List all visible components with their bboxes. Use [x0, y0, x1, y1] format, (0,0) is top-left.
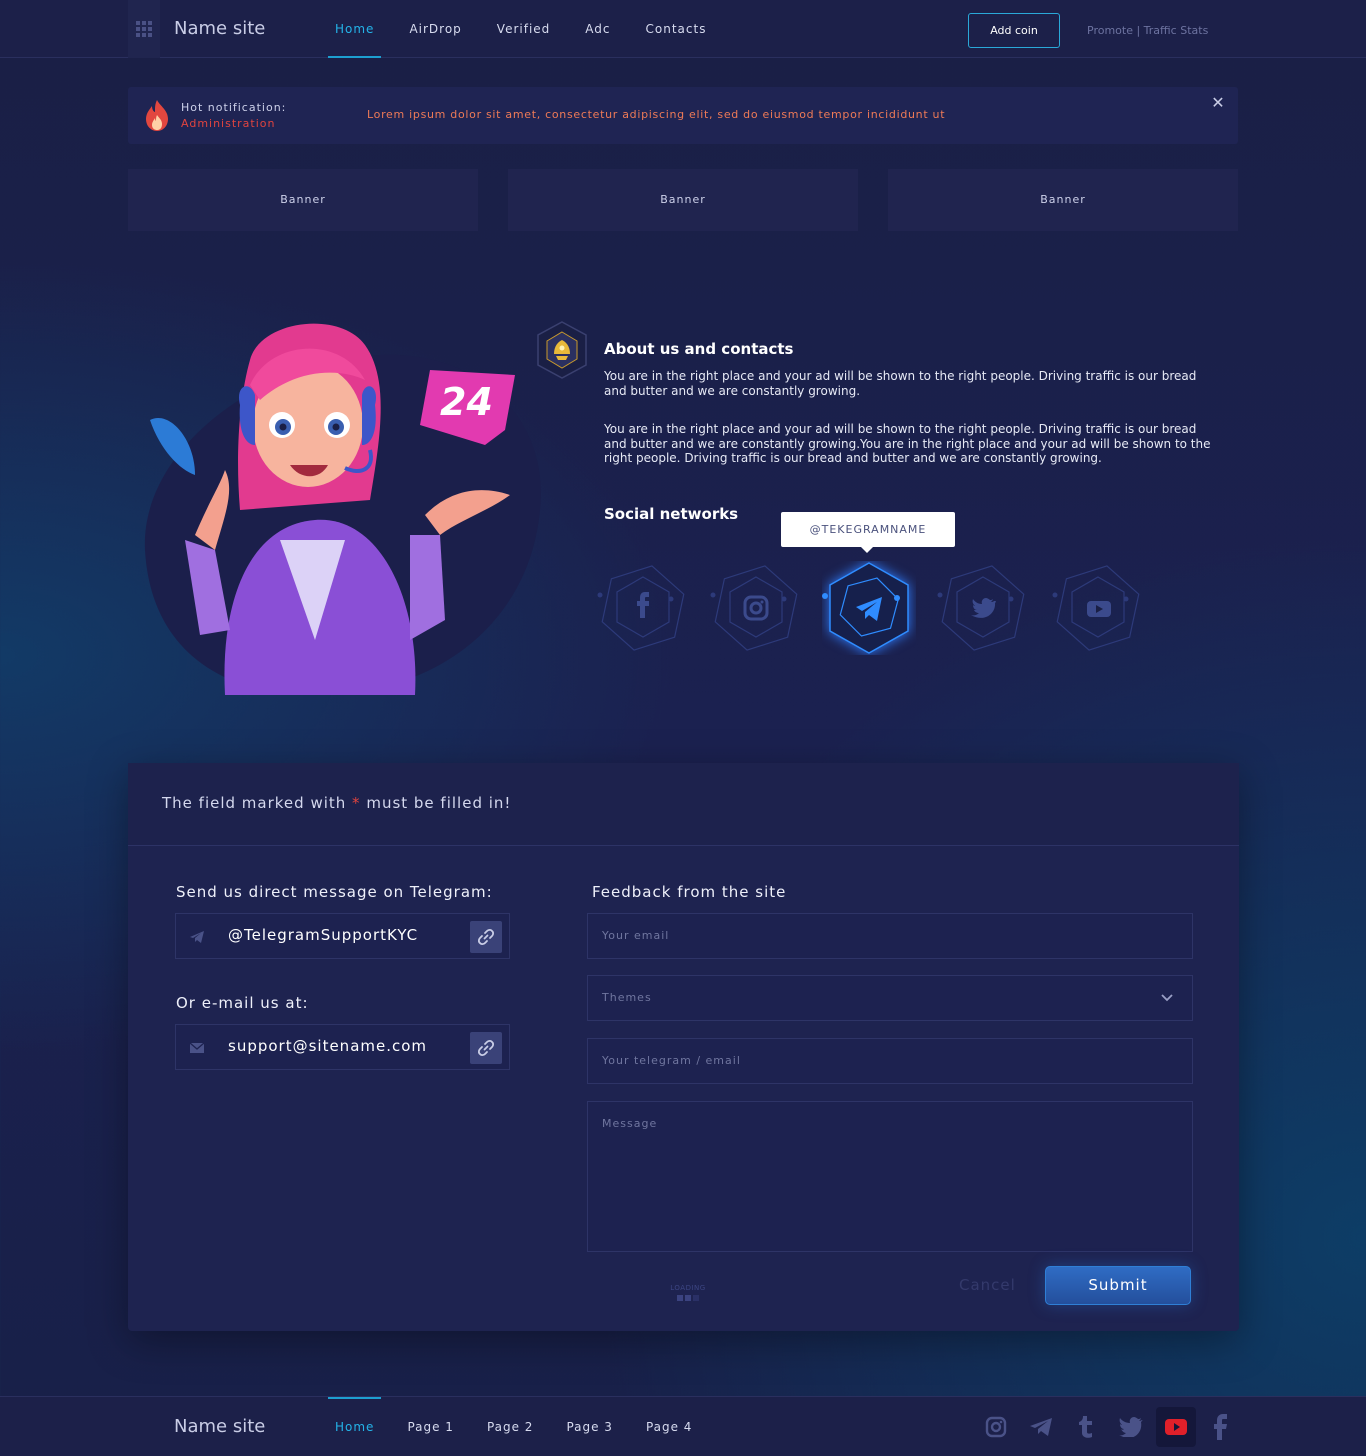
themes-placeholder: Themes [602, 991, 652, 1004]
footer-site-logo[interactable]: Name site [174, 1416, 265, 1437]
loading-indicator: LOADING [666, 1284, 710, 1306]
telegram-handle: @TelegramSupportKYC [228, 926, 419, 944]
twitter-icon[interactable] [936, 561, 1030, 655]
email-field[interactable]: Your email [587, 913, 1193, 959]
contact-field[interactable]: Your telegram / email [587, 1038, 1193, 1084]
banner[interactable]: Banner [888, 169, 1238, 231]
youtube-icon[interactable] [1051, 561, 1145, 655]
nav-home[interactable]: Home [328, 0, 382, 58]
close-icon[interactable]: ✕ [1210, 95, 1226, 111]
email-placeholder: Your email [602, 929, 670, 942]
notification-title: Hot notification: [181, 101, 287, 114]
mail-icon [189, 1042, 205, 1053]
top-nav-bar: Name site Home AirDrop Verified Adc Cont… [0, 0, 1366, 58]
email-label: Or e-mail us at: [176, 994, 309, 1012]
footer-social-icons [976, 1407, 1246, 1447]
hot-notification: Hot notification: Administration Lorem i… [128, 87, 1238, 144]
link-icon [477, 928, 495, 946]
required-notice-text: must be filled in! [366, 794, 512, 812]
award-badge-icon [537, 321, 587, 379]
link-icon [477, 1039, 495, 1057]
support-email: support@sitename.com [228, 1037, 428, 1055]
required-notice: The field marked with * must be filled i… [162, 794, 511, 812]
twitter-icon[interactable] [1111, 1407, 1151, 1447]
message-placeholder: Message [602, 1117, 658, 1130]
telegram-icon [190, 931, 204, 943]
banner[interactable]: Banner [508, 169, 858, 231]
facebook-icon[interactable] [596, 561, 690, 655]
chevron-down-icon [1161, 994, 1173, 1002]
email-contact: support@sitename.com [175, 1024, 510, 1070]
footer-bar: Name site Home Page 1 Page 2 Page 3 Page… [0, 1396, 1366, 1456]
apps-grid-icon[interactable] [128, 0, 160, 58]
feedback-title: Feedback from the site [592, 883, 787, 901]
nav-airdrop[interactable]: AirDrop [402, 0, 468, 58]
submit-button[interactable]: Submit [1045, 1266, 1191, 1305]
about-paragraph: You are in the right place and your ad w… [604, 369, 1197, 398]
nav-contacts[interactable]: Contacts [639, 0, 714, 58]
footer-nav-home[interactable]: Home [328, 1397, 382, 1456]
telegram-contact: @TelegramSupportKYC [175, 913, 510, 959]
footer-nav-page-2[interactable]: Page 2 [480, 1397, 541, 1456]
telegram-label: Send us direct message on Telegram: [176, 883, 493, 901]
facebook-icon[interactable] [1201, 1407, 1241, 1447]
required-notice-text: The field marked with [162, 794, 347, 812]
svg-text:24: 24 [440, 380, 493, 424]
notification-sender: Administration [181, 117, 276, 130]
site-logo[interactable]: Name site [174, 18, 265, 39]
footer-nav: Home Page 1 Page 2 Page 3 Page 4 [328, 1397, 718, 1456]
tumblr-icon[interactable] [1066, 1407, 1106, 1447]
instagram-icon[interactable] [976, 1407, 1016, 1447]
about-title: About us and contacts [604, 340, 794, 358]
support-agent-illustration: 24 [144, 323, 541, 695]
contact-form-card: The field marked with * must be filled i… [128, 763, 1239, 1331]
youtube-icon[interactable] [1156, 1407, 1196, 1447]
footer-nav-page-1[interactable]: Page 1 [400, 1397, 461, 1456]
nav-adc[interactable]: Adc [578, 0, 617, 58]
themes-select[interactable]: Themes [587, 975, 1193, 1021]
footer-nav-page-3[interactable]: Page 3 [559, 1397, 620, 1456]
flame-icon [146, 100, 168, 131]
nav-verified[interactable]: Verified [490, 0, 558, 58]
footer-nav-page-4[interactable]: Page 4 [639, 1397, 700, 1456]
contact-placeholder: Your telegram / email [602, 1054, 741, 1067]
message-field[interactable]: Message [587, 1101, 1193, 1252]
cancel-button[interactable]: Cancel [959, 1276, 1016, 1294]
banner[interactable]: Banner [128, 169, 478, 231]
copy-link-button[interactable] [470, 921, 502, 953]
promote-traffic-link[interactable]: Promote | Traffic Stats [1087, 24, 1208, 37]
form-notice-bar: The field marked with * must be filled i… [128, 763, 1239, 846]
telegram-icon[interactable] [1021, 1407, 1061, 1447]
telegram-tooltip: @TEKEGRAMNAME [781, 512, 955, 553]
required-asterisk: * [352, 794, 361, 812]
add-coin-button[interactable]: Add coin [968, 13, 1060, 48]
copy-link-button[interactable] [470, 1032, 502, 1064]
notification-message: Lorem ipsum dolor sit amet, consectetur … [367, 108, 946, 121]
loading-label: LOADING [670, 1284, 706, 1292]
about-paragraph: You are in the right place and your ad w… [604, 422, 1211, 465]
telegram-icon[interactable] [822, 561, 916, 655]
main-nav: Home AirDrop Verified Adc Contacts [328, 0, 734, 58]
instagram-icon[interactable] [709, 561, 803, 655]
social-networks-title: Social networks [604, 505, 739, 523]
